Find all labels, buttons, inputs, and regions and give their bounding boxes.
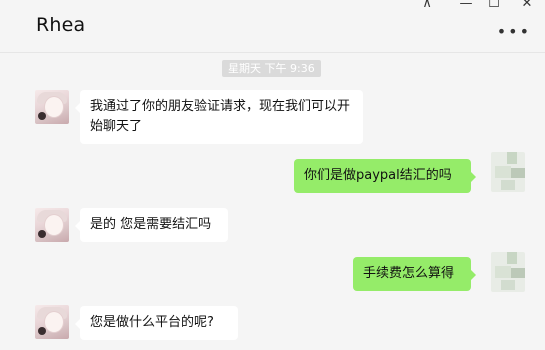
incoming-message[interactable]: 是的 您是需要结汇吗 (75, 208, 228, 242)
time-separator: 星期天 下午 9:36 (222, 60, 321, 77)
chat-header: Rhea ⊼ — ☐ ✕ ••• (0, 0, 545, 53)
contact-avatar[interactable] (35, 208, 69, 242)
maximize-icon[interactable]: ☐ (483, 0, 505, 12)
user-avatar[interactable] (491, 252, 525, 292)
outgoing-message[interactable]: 你们是做paypal结汇的吗 (294, 159, 476, 193)
close-icon[interactable]: ✕ (516, 0, 538, 12)
incoming-message[interactable]: 您是做什么平台的呢? (75, 306, 238, 340)
contact-name[interactable]: Rhea (36, 14, 85, 36)
minimize-icon[interactable]: — (455, 0, 477, 12)
user-avatar[interactable] (491, 152, 525, 192)
more-options-icon[interactable]: ••• (497, 22, 531, 41)
outgoing-message[interactable]: 手续费怎么算得 (353, 257, 476, 291)
pin-icon[interactable]: ⊼ (416, 0, 438, 12)
contact-avatar[interactable] (35, 90, 69, 124)
contact-avatar[interactable] (35, 305, 69, 339)
incoming-message[interactable]: 我通过了你的朋友验证请求，现在我们可以开始聊天了 (75, 90, 363, 144)
